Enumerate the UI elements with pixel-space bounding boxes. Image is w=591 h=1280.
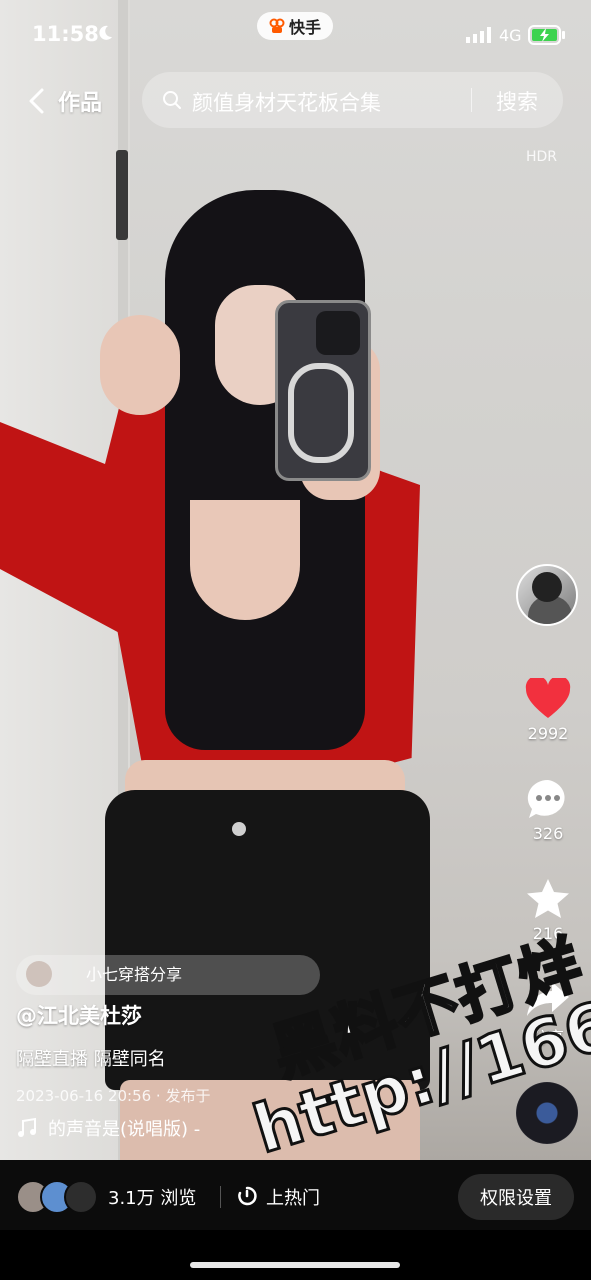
share-arrow-icon [527,982,569,1016]
search-divider [471,88,472,112]
comment-count: 326 [532,824,564,843]
music-note-icon [18,1117,36,1137]
video-background-door-handle [116,150,128,240]
favorite-button[interactable]: 216 [510,878,586,943]
kuaishou-logo-icon [269,18,285,33]
permission-settings-button[interactable]: 权限设置 [458,1174,574,1220]
search-button[interactable]: 搜索 [496,86,538,116]
status-bar: 11:58 快手 4G [0,0,591,70]
video-screen[interactable]: 11:58 快手 4G 作品 颜值身材天花板合集 搜索 HDR 2992 326 [0,0,591,1280]
home-area [0,1230,591,1280]
music-disc[interactable] [516,1082,578,1144]
video-description: 隔壁直播 隔壁同名 [16,1049,166,1070]
battery-charging-icon [528,25,565,45]
share-button[interactable]: 分享 [510,978,586,1048]
related-peek-pill[interactable]: 小七穿搭分享 [16,955,320,995]
heart-icon [525,678,571,718]
back-label[interactable]: 作品 [58,85,102,117]
music-title: 的声音是(说唱版) - [48,1119,201,1140]
status-time: 11:58 [32,22,99,46]
view-count[interactable]: 3.1万 浏览 [108,1184,196,1210]
signal-icon [466,27,491,43]
share-label: 分享 [531,1028,564,1047]
top-bar: 作品 颜值身材天花板合集 搜索 [0,70,591,130]
viewer-avatar [64,1180,98,1214]
search-icon [163,91,181,109]
back-chevron-icon[interactable] [26,87,46,115]
star-icon [527,879,569,918]
search-bar[interactable]: 颜值身材天花板合集 搜索 [142,72,563,128]
comment-icon [527,779,565,818]
like-count: 2992 [527,724,569,743]
video-person-neckline [190,500,300,620]
hot-trend-icon [238,1186,257,1206]
related-avatar [26,961,52,987]
network-type: 4G [499,26,522,45]
video-person-shorts-button [232,822,246,836]
author-avatar[interactable] [516,564,578,626]
related-peek-text: 小七穿搭分享 [86,965,183,984]
like-button[interactable]: 2992 [510,678,586,743]
video-person-phone [275,300,371,481]
bottom-divider [220,1186,221,1208]
author-name[interactable]: @江北美杜莎 [16,1000,142,1030]
moon-icon [99,25,112,40]
search-input[interactable]: 颜值身材天花板合集 [192,87,381,117]
music-line[interactable]: 的声音是(说唱版) - [16,1115,200,1141]
app-source-pill[interactable]: 快手 [257,12,333,40]
hot-label[interactable]: 上热门 [266,1184,320,1210]
comment-button[interactable]: 326 [510,778,586,843]
home-indicator[interactable] [190,1262,400,1268]
hdr-badge: HDR [526,149,558,165]
publish-meta: 2023-06-16 20:56 · 发布于 [16,1087,211,1105]
favorite-count: 216 [532,924,564,943]
bottom-bar: 3.1万 浏览 上热门 权限设置 [0,1160,591,1230]
video-person-left-hand [100,315,180,415]
viewer-avatars[interactable] [16,1180,100,1214]
app-name: 快手 [288,18,321,37]
